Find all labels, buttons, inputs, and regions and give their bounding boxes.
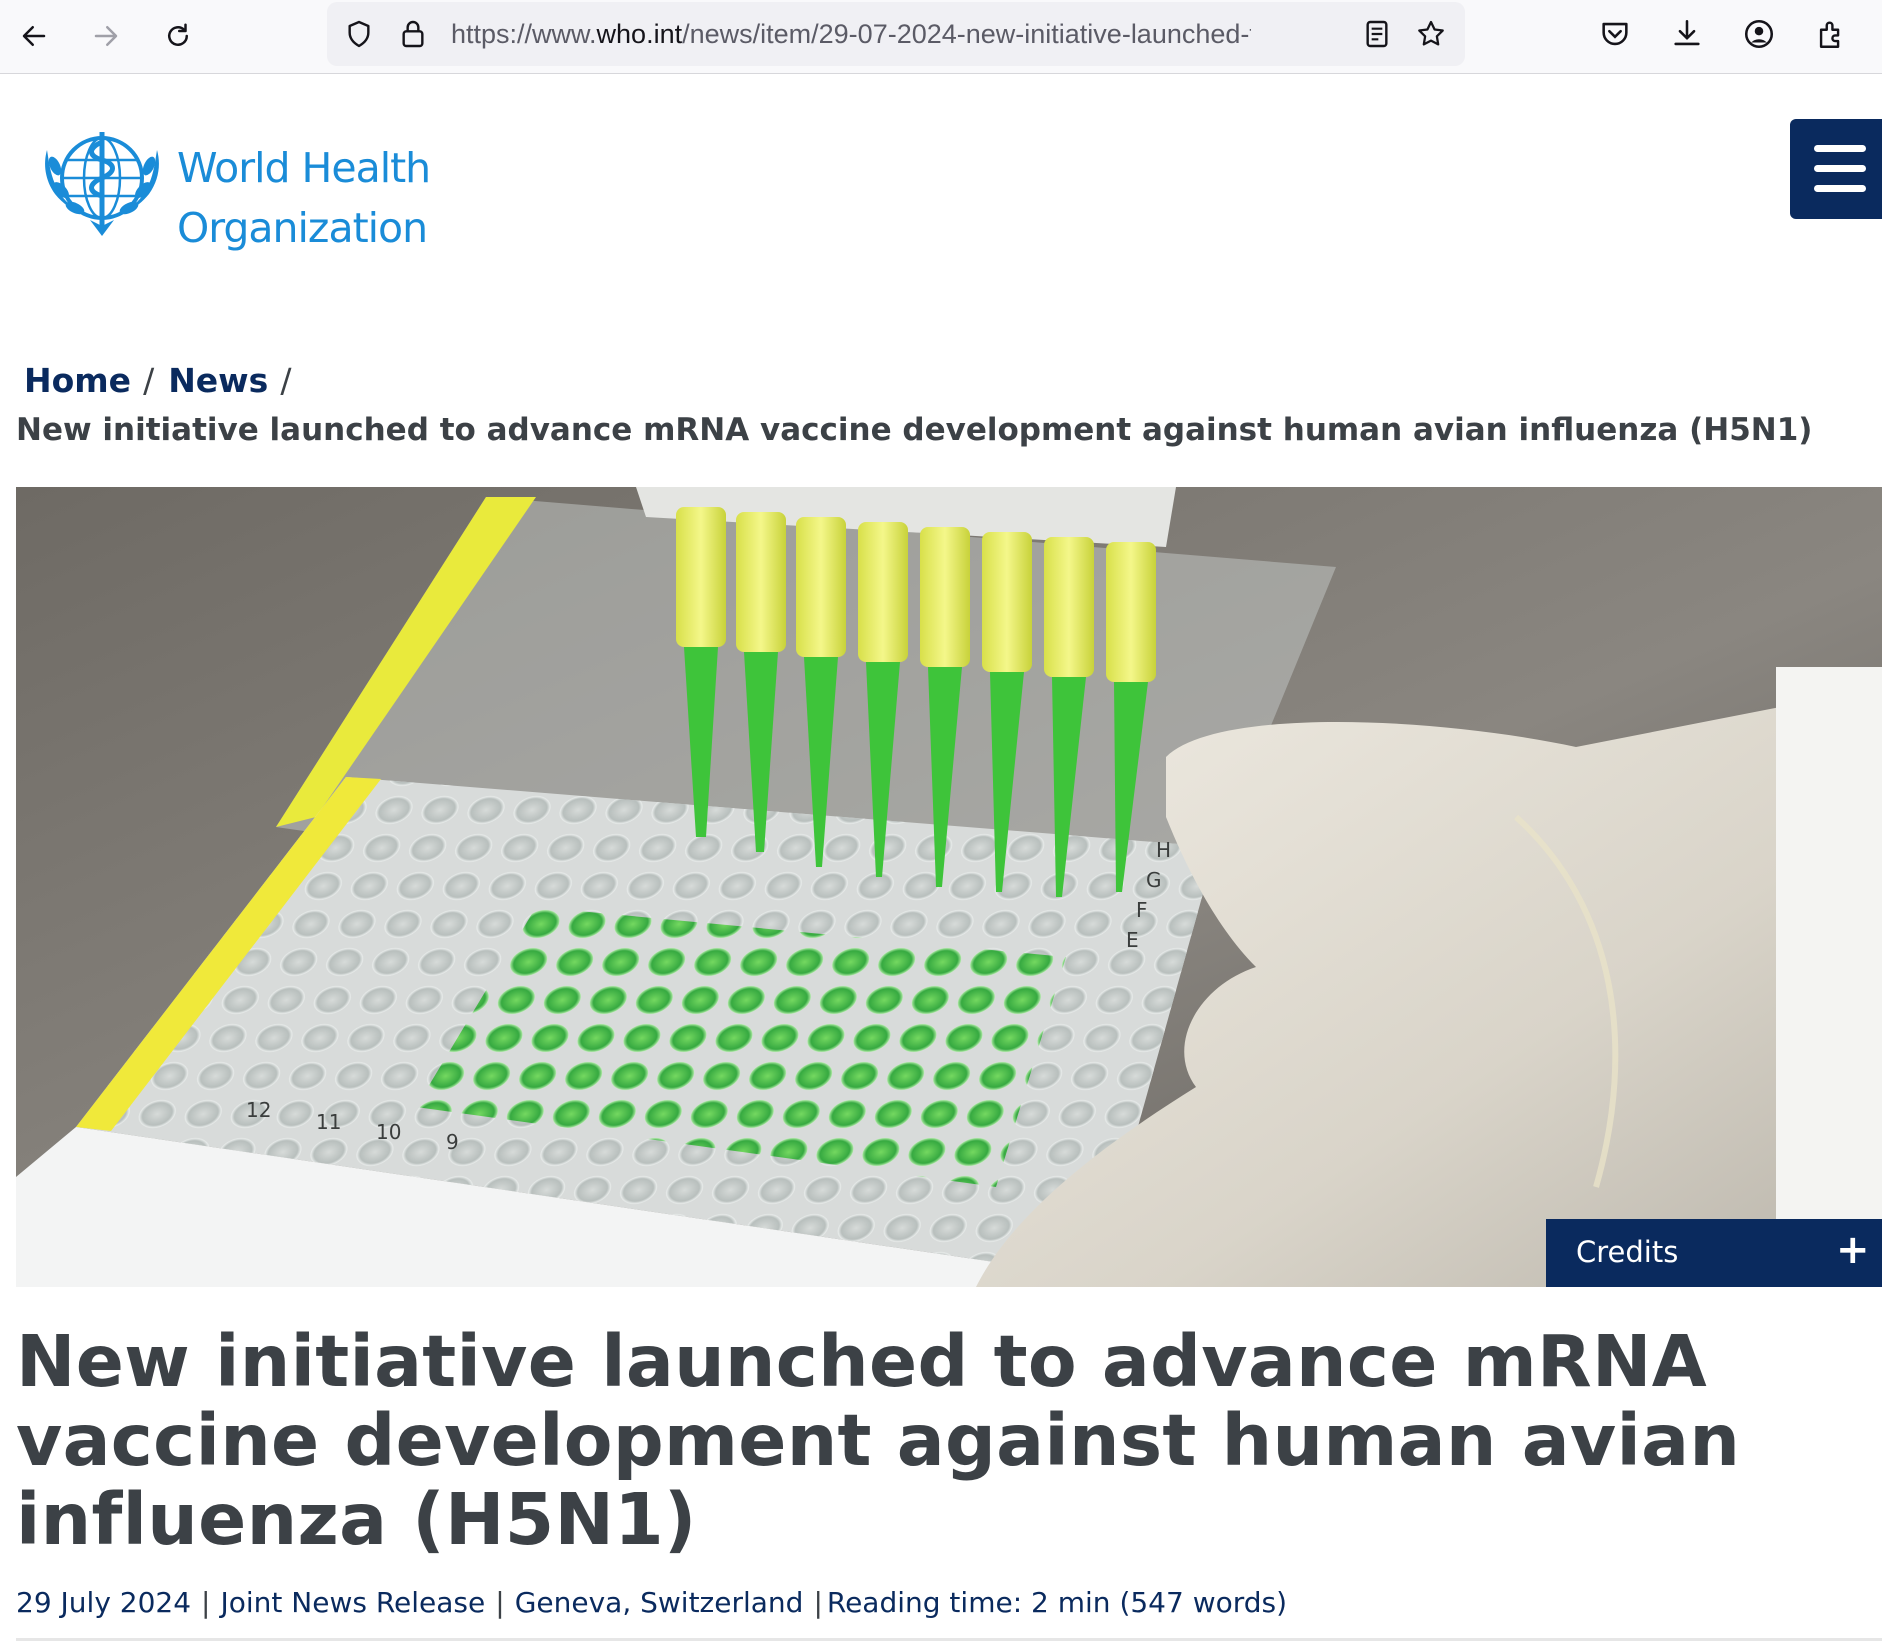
account-icon[interactable] xyxy=(1742,17,1776,51)
back-icon[interactable] xyxy=(12,14,56,58)
who-logo[interactable]: World Health Organization xyxy=(35,120,435,252)
article-date: 29 July 2024 xyxy=(16,1586,192,1619)
hamburger-icon xyxy=(1814,145,1866,152)
logo-line-2: Organization xyxy=(177,204,428,252)
article-type[interactable]: Joint News Release xyxy=(220,1586,485,1619)
reload-icon[interactable] xyxy=(156,14,200,58)
credits-label: Credits xyxy=(1576,1235,1679,1269)
breadcrumb-current: New initiative launched to advance mRNA … xyxy=(16,412,1813,448)
shield-icon[interactable] xyxy=(343,18,375,50)
plus-icon: + xyxy=(1836,1227,1870,1273)
plate-col-label: 9 xyxy=(446,1130,459,1154)
lock-icon[interactable] xyxy=(397,18,429,50)
menu-button[interactable] xyxy=(1790,119,1882,219)
article-location: Geneva, Switzerland xyxy=(514,1586,804,1619)
plate-col-label: 10 xyxy=(376,1120,401,1144)
divider xyxy=(16,1638,1882,1641)
breadcrumb-separator: / xyxy=(280,361,292,400)
meta-separator: | xyxy=(495,1586,505,1619)
meta-separator: | xyxy=(813,1586,823,1619)
hero-image: H G F E 12 11 10 9 xyxy=(16,487,1882,1287)
pocket-icon[interactable] xyxy=(1598,17,1632,51)
plate-row-label: F xyxy=(1136,898,1148,922)
article-meta: 29 July 2024 | Joint News Release | Geneva, … xyxy=(16,1586,1287,1619)
plate-row-label: E xyxy=(1126,928,1139,952)
meta-separator: | xyxy=(201,1586,211,1619)
lab-pipette-photo: H G F E 12 11 10 9 xyxy=(16,487,1882,1287)
extensions-icon[interactable] xyxy=(1814,17,1848,51)
plate-row-label: H xyxy=(1156,838,1171,862)
credits-toggle-button[interactable]: Credits + xyxy=(1546,1219,1882,1287)
who-emblem-icon xyxy=(45,132,159,236)
plate-col-label: 12 xyxy=(246,1098,271,1122)
breadcrumb-news[interactable]: News xyxy=(168,361,268,400)
reading-time: Reading time: 2 min (547 words) xyxy=(826,1586,1288,1619)
bookmark-star-icon[interactable] xyxy=(1415,18,1447,50)
logo-line-1: World Health xyxy=(177,144,431,192)
forward-icon[interactable] xyxy=(84,14,128,58)
browser-toolbar: https://www.who.int/news/item/29-07-2024… xyxy=(0,0,1882,74)
hamburger-bar-2 xyxy=(1814,165,1866,172)
breadcrumb-separator: / xyxy=(143,361,155,400)
url-text[interactable]: https://www.who.int/news/item/29-07-2024… xyxy=(451,17,1251,51)
article-title: New initiative launched to advance mRNA … xyxy=(16,1320,1741,1561)
hamburger-bar-3 xyxy=(1814,185,1866,192)
plate-row-label: G xyxy=(1146,868,1162,892)
download-icon[interactable] xyxy=(1670,17,1704,51)
logo-wordmark: World Health Organization xyxy=(177,138,431,258)
breadcrumb-home[interactable]: Home xyxy=(24,361,131,400)
breadcrumb: Home / News / xyxy=(24,361,305,400)
address-bar[interactable]: https://www.who.int/news/item/29-07-2024… xyxy=(327,2,1465,66)
plate-col-label: 11 xyxy=(316,1110,341,1134)
reader-view-icon[interactable] xyxy=(1361,18,1393,50)
